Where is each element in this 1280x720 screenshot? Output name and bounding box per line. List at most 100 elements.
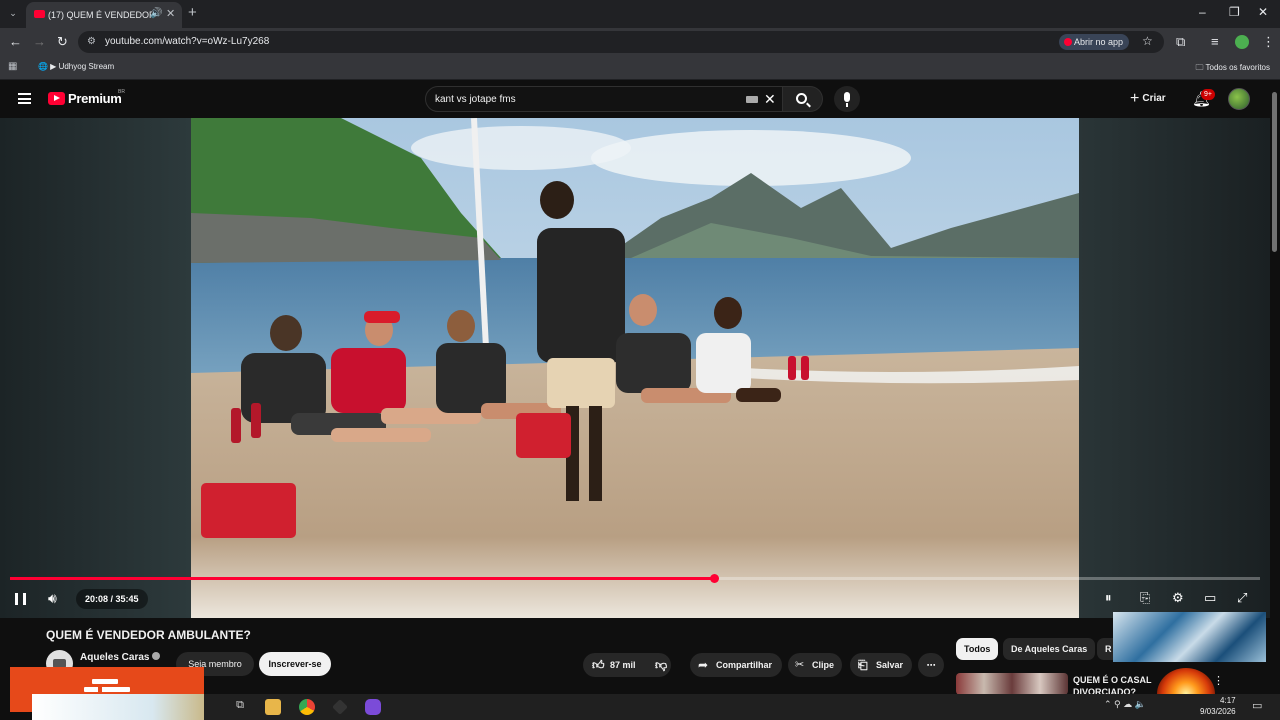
back-icon[interactable]: ← [9, 34, 22, 49]
chip-all[interactable]: Todos [956, 638, 999, 660]
youtube-favicon-icon [34, 10, 45, 18]
like-icon[interactable]: 👍︎ [592, 653, 605, 677]
logo-bar-middle [84, 687, 130, 692]
create-label: Criar [1142, 93, 1166, 104]
progress-bar-played [10, 577, 714, 580]
like-dislike-group: 👍︎ 87 mil 👎︎ [583, 653, 671, 677]
share-icon: ➦ [698, 658, 709, 672]
bookmark-star-icon[interactable]: ☆ [1142, 34, 1153, 48]
notification-badge: 9+ [1201, 89, 1215, 100]
channel-name[interactable]: Aqueles Caras [80, 652, 161, 663]
channel-name-text: Aqueles Caras [80, 652, 150, 663]
favorites-label: Todos os favoritos [1205, 63, 1270, 72]
clear-search-icon[interactable]: ✕ [764, 91, 776, 108]
restore-icon[interactable]: ❐ [1229, 5, 1240, 19]
profile-avatar[interactable] [1235, 35, 1249, 49]
fullscreen-icon[interactable]: ⤢ [1237, 590, 1247, 606]
subtitles-icon[interactable]: ⎘ [1140, 590, 1150, 606]
ambient-glow-left [0, 118, 191, 618]
site-info-icon[interactable]: ⚙ [87, 36, 96, 47]
microphone-stem [846, 103, 848, 107]
video-scene-image [191, 118, 1079, 618]
dislike-icon[interactable]: 👎︎ [655, 653, 667, 677]
search-input[interactable]: kant vs jotape fms ✕ [425, 86, 783, 112]
address-bar[interactable]: ⚙ youtube.com/watch?v=oWz-Lu7y268 Abrir … [78, 31, 1164, 53]
keyboard-icon[interactable] [746, 96, 758, 103]
tab-title: (17) QUEM É VENDEDOR AMBULANTE? [48, 10, 152, 20]
clip-button[interactable]: ✂ Clipe [788, 653, 842, 677]
settings-gear-icon[interactable]: ⚙ [1172, 590, 1184, 606]
chip-from-channel[interactable]: De Aqueles Caras [1003, 638, 1096, 660]
new-tab-button[interactable]: + [188, 4, 197, 21]
time-display: 20:08 / 35:45 [76, 589, 148, 609]
video-title: QUEM É VENDEDOR AMBULANTE? [46, 628, 251, 642]
reload-icon[interactable]: ↻ [57, 34, 68, 50]
all-favorites-folder[interactable]: 🗀 Todos os favoritos [1195, 62, 1270, 76]
plus-icon: + [1130, 90, 1140, 107]
video-frame[interactable] [191, 118, 1079, 618]
share-label: Compartilhar [716, 660, 773, 670]
minimize-icon[interactable]: – [1199, 5, 1206, 19]
page-scrollbar[interactable] [1270, 80, 1280, 694]
youtube-logo-icon[interactable] [48, 92, 65, 105]
bookmark-udhyog-stream[interactable]: 🌐 ▶ Udhyog Stream [38, 62, 114, 71]
youtube-premium-logo[interactable]: Premium [68, 91, 122, 106]
open-in-app-button[interactable]: Abrir no app [1059, 34, 1129, 50]
media-control-icon[interactable]: ≡ [1211, 34, 1219, 49]
bookmarks-bar: ▦ 🌐 ▶ Udhyog Stream 🗀 Todos os favoritos [0, 56, 1280, 80]
microphone-icon [844, 92, 850, 102]
like-count[interactable]: 87 mil [610, 653, 636, 677]
bookmark-label: Udhyog Stream [58, 62, 115, 71]
share-button[interactable]: ➦ Compartilhar [690, 653, 782, 677]
search-button[interactable] [783, 86, 823, 112]
save-label: Salvar [876, 660, 904, 670]
bookmark-icon: ⎗ [858, 658, 868, 672]
open-app-label: Abrir no app [1074, 37, 1124, 47]
account-avatar[interactable] [1228, 88, 1250, 110]
clip-label: Clipe [812, 660, 835, 670]
tray-icons[interactable]: ⌃ ⚲ ☁ 🔈 [1104, 699, 1146, 710]
clock-time: 4:17 [1220, 696, 1236, 705]
extensions-icon[interactable]: ⧉ [1176, 34, 1185, 50]
volume-icon[interactable]: 🔊︎ [48, 590, 57, 607]
chrome-icon[interactable] [299, 699, 315, 715]
file-explorer-icon[interactable] [265, 699, 281, 715]
task-view-icon[interactable]: ⧉ [232, 699, 248, 715]
forward-icon[interactable]: → [33, 34, 46, 49]
search-icon [796, 93, 807, 104]
apps-grid-icon[interactable]: ▦ [8, 61, 17, 72]
browser-tab-active[interactable]: (17) QUEM É VENDEDOR AMBULANTE? 🔊 ✕ [26, 2, 182, 28]
taskbar-search-area[interactable] [32, 694, 204, 720]
autoplay-toggle-icon[interactable]: ⏸ [1105, 590, 1112, 606]
window-close-icon[interactable]: ✕ [1258, 5, 1268, 19]
logo-country-code: BR [118, 89, 125, 95]
save-button[interactable]: ⎗ Salvar [850, 653, 912, 677]
progress-scrubber[interactable] [710, 574, 719, 583]
scissors-icon: ✂ [795, 659, 805, 671]
recommendation-menu-icon[interactable]: ⋮ [1213, 674, 1224, 687]
taskbar-clock[interactable]: 4:17 9/03/2026 [1200, 695, 1236, 717]
overlay-video-thumbnail [1113, 612, 1266, 662]
tab-audio-icon[interactable]: 🔊 [150, 8, 162, 19]
ambient-glow-right [1079, 118, 1270, 618]
browser-menu-icon[interactable]: ⋮ [1262, 34, 1275, 50]
subscribe-button[interactable]: Inscrever-se [259, 652, 331, 676]
more-actions-icon[interactable]: ⋯ [918, 653, 944, 677]
recommendation-thumbnail[interactable] [956, 673, 1068, 695]
url-text: youtube.com/watch?v=oWz-Lu7y268 [105, 36, 270, 47]
app-purple-icon[interactable] [365, 699, 381, 715]
tab-search-icon[interactable]: ⌄ [5, 5, 21, 21]
pause-icon[interactable] [15, 593, 26, 605]
notifications-center-icon[interactable]: ▭ [1252, 699, 1262, 712]
tab-close-icon[interactable]: ✕ [166, 7, 175, 20]
clock-date: 9/03/2026 [1200, 707, 1236, 716]
voice-search-button[interactable] [834, 86, 860, 112]
menu-icon[interactable] [18, 93, 31, 104]
logo-notch [98, 687, 102, 692]
scrollbar-thumb[interactable] [1272, 92, 1277, 252]
verified-badge-icon [152, 652, 161, 660]
create-button[interactable]: + Criar [1130, 90, 1166, 108]
logo-bar-top [92, 679, 118, 684]
theater-mode-icon[interactable]: ▭ [1204, 590, 1216, 606]
browser-tab-strip: ⌄ (17) QUEM É VENDEDOR AMBULANTE? 🔊 ✕ + … [0, 0, 1280, 28]
